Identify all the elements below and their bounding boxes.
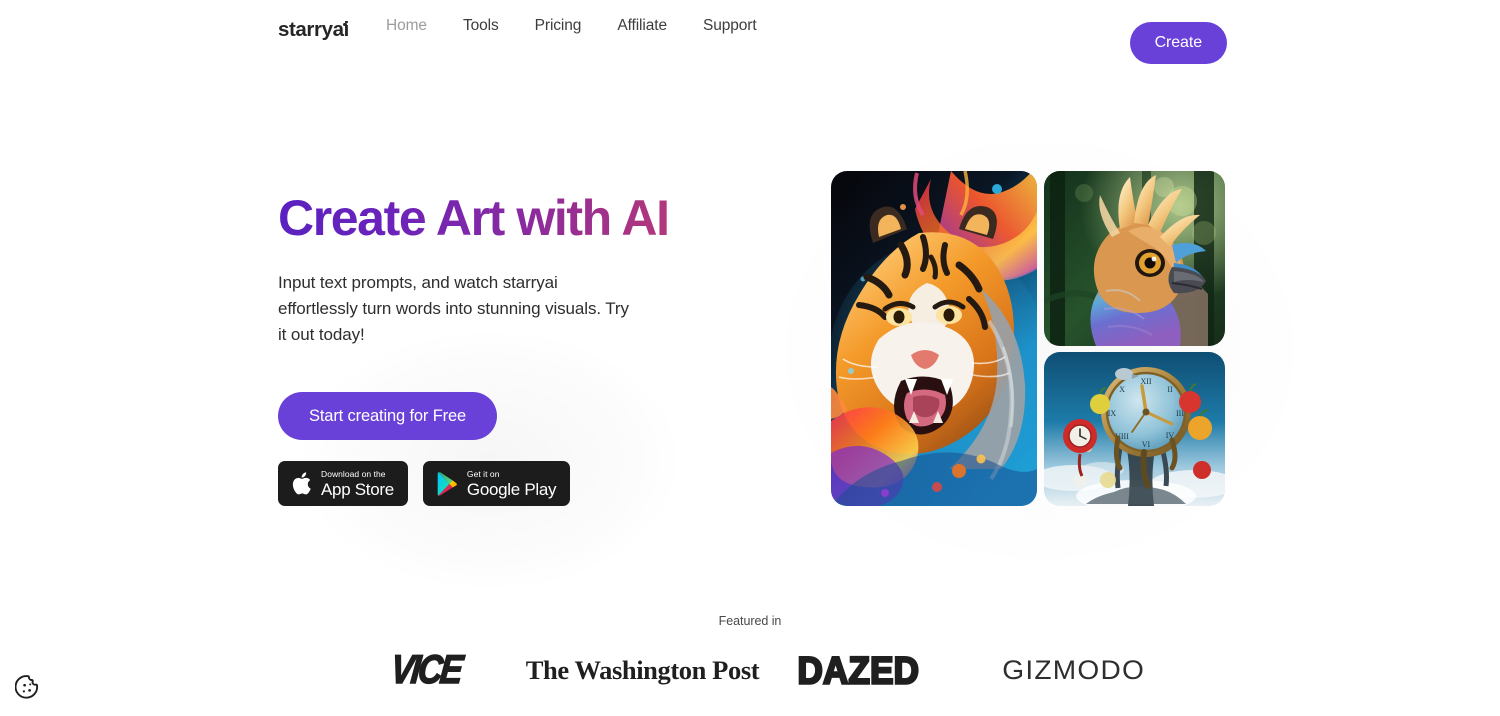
- collage-column-left: [831, 171, 1037, 506]
- bird-artwork[interactable]: [1044, 171, 1225, 346]
- clock-artwork[interactable]: XII II III IV VI VIII IX X: [1044, 352, 1225, 506]
- collage-column-right: XII II III IV VI VIII IX X: [1044, 171, 1225, 506]
- primary-nav: Home Tools Pricing Affiliate Support: [386, 17, 757, 35]
- svg-text:X: X: [1119, 385, 1125, 394]
- press-logo-vice[interactable]: VICE: [318, 647, 534, 693]
- brand-logo[interactable]: starryai: [278, 18, 352, 42]
- brand-logo-text: starryai: [278, 18, 349, 41]
- cookie-preferences-button[interactable]: [11, 671, 45, 705]
- press-logos: VICE The Washington Post DAZED GIZMODO: [0, 643, 1500, 698]
- dazed-logo-text: DAZED: [796, 647, 920, 692]
- vice-logo-text: VICE: [388, 647, 464, 693]
- tiger-artwork[interactable]: [831, 171, 1037, 506]
- featured-in-label: Featured in: [718, 614, 782, 628]
- hero-artwork-collage: XII II III IV VI VIII IX X: [831, 171, 1225, 506]
- cookie-icon: [14, 674, 41, 703]
- nav-link-affiliate[interactable]: Affiliate: [617, 17, 667, 35]
- google-play-badge[interactable]: Get it on Google Play: [422, 461, 571, 507]
- nav-link-pricing[interactable]: Pricing: [535, 17, 582, 35]
- gizmodo-logo-text: GIZMODO: [1002, 655, 1146, 685]
- press-logo-gizmodo[interactable]: GIZMODO: [966, 655, 1182, 686]
- svg-text:VI: VI: [1142, 440, 1151, 449]
- create-button[interactable]: Create: [1129, 22, 1227, 64]
- press-logo-dazed[interactable]: DAZED: [750, 647, 966, 692]
- hero-copy: Create Art with AI Input text prompts, a…: [278, 192, 778, 507]
- svg-text:IX: IX: [1108, 409, 1117, 418]
- app-store-badges: Download on the App Store Get it on Goog…: [278, 461, 778, 507]
- app-store-badge[interactable]: Download on the App Store: [278, 461, 408, 507]
- start-creating-button[interactable]: Start creating for Free: [278, 392, 498, 441]
- nav-link-support[interactable]: Support: [703, 17, 757, 35]
- nav-link-home[interactable]: Home: [386, 17, 427, 35]
- google-play-badge-label: Google Play: [466, 480, 557, 500]
- google-play-badge-small-label: Get it on: [466, 468, 500, 479]
- site-header: starryai Home Tools Pricing Affiliate Su…: [0, 0, 1500, 64]
- press-logo-washington-post[interactable]: The Washington Post: [525, 656, 759, 686]
- page-title: Create Art with AI: [278, 192, 778, 245]
- google-play-icon: [436, 472, 458, 496]
- landing-page: starryai Home Tools Pricing Affiliate Su…: [0, 0, 1500, 716]
- apple-icon: [291, 471, 312, 496]
- washington-post-logo-text: The Washington Post: [525, 655, 759, 685]
- svg-text:II: II: [1167, 385, 1173, 394]
- nav-link-tools[interactable]: Tools: [463, 17, 499, 35]
- hero-subheading: Input text prompts, and watch starryai e…: [278, 273, 629, 344]
- brand-logo-dot-icon: [343, 22, 347, 26]
- app-store-badge-label: App Store: [321, 480, 394, 500]
- app-store-badge-small-label: Download on the: [321, 468, 386, 479]
